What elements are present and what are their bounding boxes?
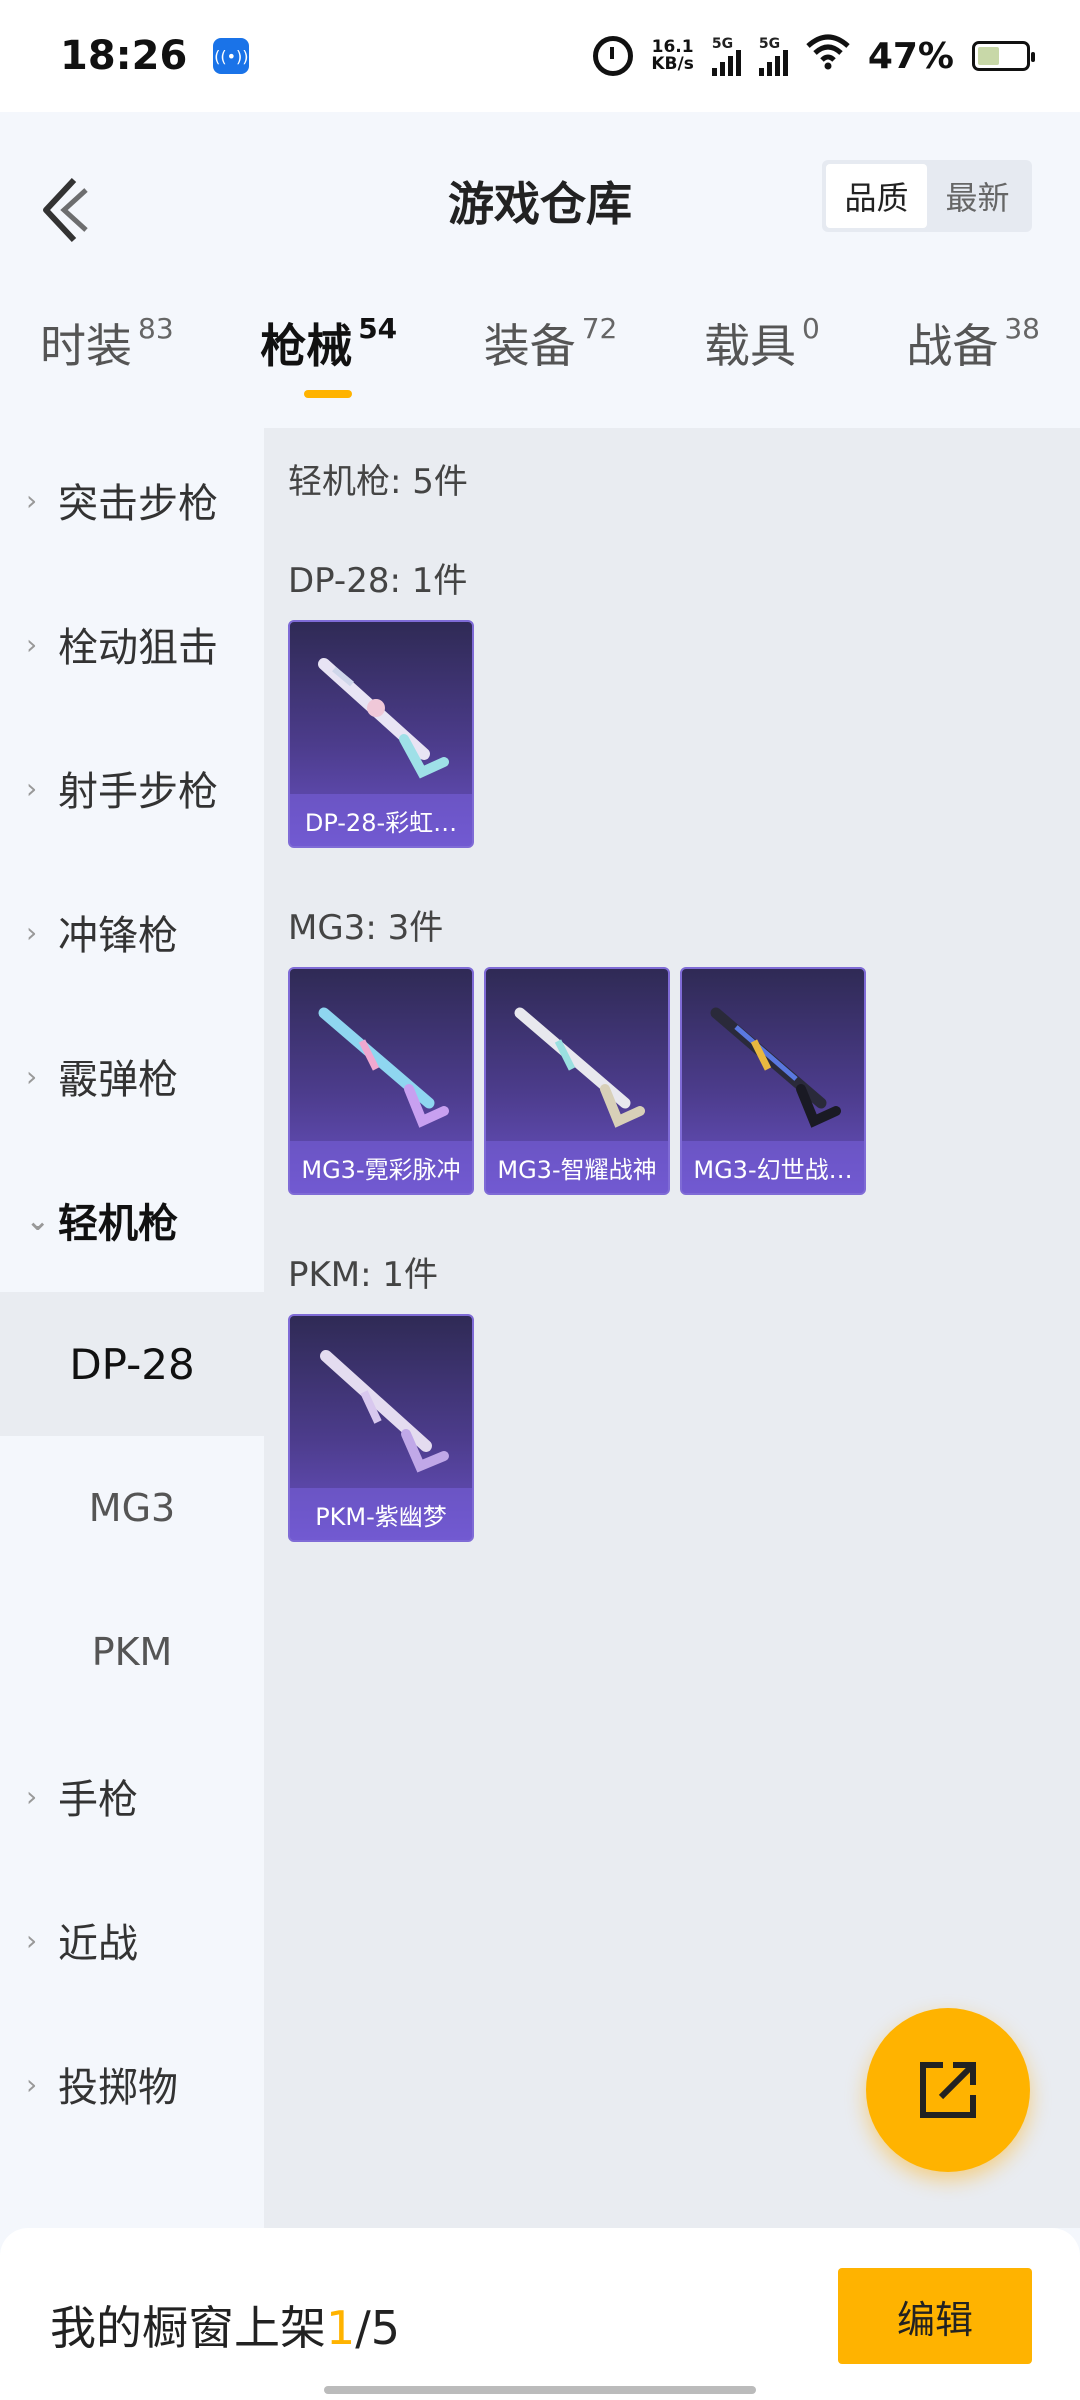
tab-fashion[interactable]: 时装 83 [40, 310, 174, 420]
chevron-right-icon: › [26, 1923, 38, 1957]
alarm-icon [593, 36, 634, 76]
gun-skin-image [320, 1350, 449, 1473]
signal-icon: 5G [711, 36, 741, 76]
battery-percent: 47% [867, 35, 954, 77]
item-row: MG3-霓彩脉冲 MG3-智耀战神 MG3-幻世战… [288, 967, 1080, 1195]
tab-count: 0 [801, 312, 820, 345]
edit-button[interactable]: 编辑 [838, 2268, 1032, 2364]
group-title-mg3: MG3: 3件 [288, 908, 444, 948]
item-label: MG3-幻世战… [693, 1155, 853, 1184]
item-label: PKM-紫幽梦 [315, 1502, 447, 1531]
sidebar-item-label: 手枪 [58, 1777, 138, 1823]
category-tabs: 时装 83 枪械 54 装备 72 载具 0 战备 38 [0, 310, 1080, 420]
tab-vehicles[interactable]: 载具 0 [704, 310, 820, 420]
status-time: 18:26 [60, 33, 188, 79]
tab-label: 载具 [703, 319, 796, 373]
gun-skin-image [318, 658, 449, 779]
item-row: DP-28-彩虹… [288, 620, 1080, 848]
tab-firearms[interactable]: 枪械 54 [260, 310, 397, 420]
chevron-down-icon: ⌄ [26, 1203, 50, 1237]
chevron-right-icon: › [26, 483, 38, 517]
gun-skin-image [318, 1007, 449, 1128]
item-list: 轻机枪: 5件 DP-28: 1件 DP-28-彩虹… MG3: 3件 MG3-… [264, 428, 1080, 2228]
tab-count: 83 [138, 312, 174, 345]
sidebar-item-bolt-sniper[interactable]: › 栓动狙击 [0, 572, 264, 716]
showcase-total: /5 [355, 2301, 401, 2355]
showcase-status: 我的橱窗上架1/5 [50, 2292, 400, 2358]
sidebar-item-label: 突击步枪 [58, 481, 218, 527]
tab-label: 时装 [40, 319, 132, 373]
sidebar-subitem-pkm[interactable]: PKM [0, 1580, 264, 1724]
active-tab-indicator [304, 390, 353, 398]
tab-count: 38 [1004, 312, 1040, 345]
sort-option-newest[interactable]: 最新 [927, 164, 1028, 228]
item-card[interactable]: MG3-幻世战… [680, 967, 866, 1195]
sidebar-item-label: 轻机枪 [58, 1201, 178, 1247]
home-indicator[interactable] [324, 2386, 756, 2394]
sidebar-item-label: 射手步枪 [58, 769, 218, 815]
status-icons: 16.1 KB/s 5G 5G 47% [593, 34, 1035, 79]
chevron-right-icon: › [26, 771, 38, 805]
sidebar-subitem-mg3[interactable]: MG3 [0, 1436, 264, 1580]
item-label: MG3-智耀战神 [497, 1155, 657, 1184]
chevron-right-icon: › [26, 1779, 38, 1813]
sidebar-item-throwables[interactable]: › 投掷物 [0, 2012, 264, 2156]
item-card[interactable]: PKM-紫幽梦 [288, 1314, 474, 1542]
header: 游戏仓库 品质 最新 [0, 112, 1080, 282]
showcase-current: 1 [326, 2301, 356, 2355]
signal-tag: 5G [711, 36, 734, 52]
sidebar-item-label: 近战 [58, 1921, 138, 1967]
item-label: MG3-霓彩脉冲 [301, 1155, 461, 1184]
chevron-right-icon: › [26, 627, 38, 661]
hotspot-icon: ((•)) [213, 38, 250, 74]
signal-icon: 5G [758, 36, 788, 76]
item-card[interactable]: MG3-霓彩脉冲 [288, 967, 474, 1195]
net-speed-unit: KB/s [651, 54, 694, 74]
tab-label: 枪械 [260, 319, 353, 373]
sort-option-quality[interactable]: 品质 [826, 164, 927, 228]
bottom-bar: 我的橱窗上架1/5 编辑 [0, 2228, 1080, 2400]
sidebar-item-label: 投掷物 [58, 2065, 178, 2111]
sidebar-item-label: 霰弹枪 [58, 1057, 178, 1103]
share-button[interactable] [866, 2008, 1030, 2172]
tab-count: 54 [358, 312, 398, 345]
status-bar: 18:26 ((•)) 16.1 KB/s 5G 5G 47% [0, 0, 1080, 112]
sidebar-item-shotgun[interactable]: › 霰弹枪 [0, 1004, 264, 1148]
battery-icon [972, 41, 1035, 71]
group-title-pkm: PKM: 1件 [288, 1255, 439, 1295]
wifi-icon [806, 34, 850, 79]
item-row: PKM-紫幽梦 [288, 1314, 1080, 1542]
showcase-label: 我的橱窗上架 [50, 2301, 326, 2355]
chevron-right-icon: › [26, 915, 38, 949]
gun-skin-image [514, 1007, 645, 1128]
sidebar-item-assault-rifle[interactable]: › 突击步枪 [0, 428, 264, 572]
sidebar-item-smg[interactable]: › 冲锋枪 [0, 860, 264, 1004]
signal-tag: 5G [758, 36, 781, 52]
group-title-dp28: DP-28: 1件 [288, 561, 468, 601]
sidebar-subitem-dp28[interactable]: DP-28 [0, 1292, 264, 1436]
item-label: DP-28-彩虹… [304, 808, 458, 837]
sidebar-item-pistol[interactable]: › 手枪 [0, 1724, 264, 1868]
item-card[interactable]: DP-28-彩虹… [288, 620, 474, 848]
item-card[interactable]: MG3-智耀战神 [484, 967, 670, 1195]
gun-skin-image [710, 1007, 841, 1128]
chevron-right-icon: › [26, 2067, 38, 2101]
sidebar-item-melee[interactable]: › 近战 [0, 1868, 264, 2012]
sidebar-item-lmg[interactable]: ⌄ 轻机枪 [0, 1148, 264, 1292]
tab-count: 72 [581, 312, 618, 345]
share-external-icon [920, 2062, 976, 2118]
tab-supplies[interactable]: 战备 38 [906, 310, 1040, 420]
tab-equipment[interactable]: 装备 72 [484, 310, 618, 420]
tab-label: 战备 [906, 319, 999, 373]
category-total: 轻机枪: 5件 [288, 462, 468, 502]
sidebar-item-label: 冲锋枪 [58, 913, 178, 959]
tab-label: 装备 [483, 319, 576, 373]
sidebar-item-marksman-rifle[interactable]: › 射手步枪 [0, 716, 264, 860]
sidebar: › 突击步枪 › 栓动狙击 › 射手步枪 › 冲锋枪 › 霰弹枪 ⌄ 轻机枪 DP-28 M… [0, 428, 264, 2228]
sidebar-item-label: 栓动狙击 [58, 625, 218, 671]
chevron-right-icon: › [26, 1059, 38, 1093]
net-speed: 16.1 KB/s [651, 39, 693, 73]
sort-toggle: 品质 最新 [822, 160, 1032, 232]
